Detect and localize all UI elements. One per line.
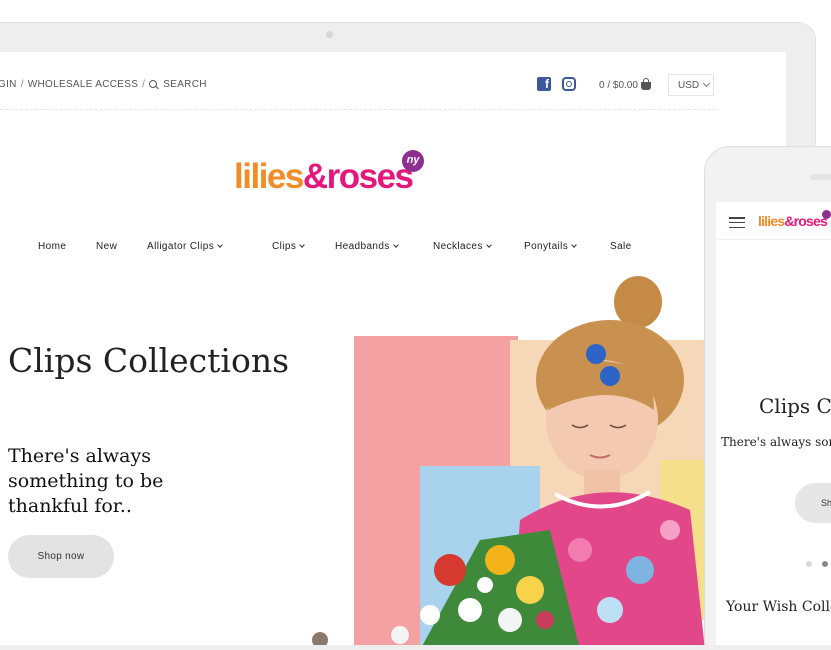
flower — [485, 545, 515, 575]
nav-item-sale[interactable]: Sale — [610, 241, 632, 252]
nav-item-ponytails[interactable]: Ponytails — [524, 241, 610, 252]
laptop-bottom-edge — [0, 645, 831, 650]
nav-label: Ponytails — [524, 241, 569, 252]
phone-speaker — [810, 174, 831, 180]
logo-text-roses: &roses — [302, 157, 414, 196]
nav-item-alligator-clips[interactable]: Alligator Clips — [147, 241, 272, 252]
shop-now-button[interactable]: Shop now — [8, 535, 114, 578]
cart-total: 0 / $0.00 — [599, 80, 638, 91]
laptop-camera — [326, 31, 333, 38]
logo-text-lilies: lilies — [234, 157, 304, 196]
separator: / — [20, 79, 24, 90]
chevron-down-icon — [703, 79, 711, 88]
phone-header: lilies&roses — [716, 202, 831, 240]
nav-label: Headbands — [335, 241, 390, 252]
hair-bun — [614, 276, 662, 328]
menu-icon[interactable] — [729, 217, 745, 229]
wholesale-access-link[interactable]: WHOLESALE ACCESS — [28, 79, 138, 90]
nav-item-new[interactable]: New — [96, 241, 147, 252]
login-link[interactable]: GIN — [0, 79, 17, 90]
top-bar: GIN / WHOLESALE ACCESS / SEARCH f 0 / $0… — [0, 52, 716, 110]
carousel-dot-active[interactable] — [822, 561, 828, 567]
phone-screen: lilies&roses Clips C There's always sor … — [716, 202, 831, 650]
nav-item-necklaces[interactable]: Necklaces — [433, 241, 524, 252]
nav-label: Alligator Clips — [147, 241, 215, 252]
nav-label: New — [96, 241, 118, 252]
hair-clip — [600, 366, 620, 386]
search-icon[interactable] — [149, 79, 159, 90]
nav-item-home[interactable]: Home — [38, 241, 96, 252]
phone-logo[interactable]: lilies&roses — [758, 210, 831, 229]
phone-hero-title: Clips C — [759, 394, 831, 418]
nav-item-clips[interactable]: Clips — [272, 241, 335, 252]
chevron-down-icon — [571, 242, 578, 248]
phone-hero-subtitle: There's always sor — [721, 435, 831, 449]
account-links: GIN / WHOLESALE ACCESS / SEARCH — [0, 79, 207, 90]
instagram-icon[interactable] — [562, 77, 576, 91]
logo-ny-badge: ny — [402, 150, 424, 172]
nav-label: Necklaces — [433, 241, 483, 252]
nav-label: Clips — [272, 241, 297, 252]
hero-subtitle: There's always something to be thankful … — [8, 445, 164, 517]
cart-icon — [640, 77, 651, 90]
nav-label: Home — [38, 241, 67, 252]
logo-text-lilies: lilies — [758, 213, 785, 229]
facebook-icon[interactable]: f — [537, 77, 551, 91]
main-nav: Home New Alligator Clips Clips Headbands… — [38, 241, 632, 252]
phone-wish-collection-heading: Your Wish Colle — [726, 599, 831, 615]
logo-ny-badge — [822, 210, 831, 219]
currency-select[interactable]: USD — [668, 74, 714, 96]
hair-clip — [586, 344, 606, 364]
chevron-down-icon — [299, 242, 306, 248]
nav-label: Sale — [610, 241, 632, 252]
site-logo[interactable]: lilies &roses ny — [234, 150, 424, 197]
cart-link[interactable]: 0 / $0.00 — [599, 77, 651, 91]
logo-text-roses: &roses — [784, 213, 828, 229]
carousel-dot[interactable] — [806, 561, 812, 567]
currency-value: USD — [678, 79, 700, 91]
nav-item-headbands[interactable]: Headbands — [335, 241, 433, 252]
chevron-down-icon — [485, 242, 492, 248]
separator: / — [142, 79, 146, 90]
flower — [434, 554, 466, 586]
hero-title: Clips Collections — [8, 341, 290, 380]
phone-shop-now-button[interactable]: Sh — [795, 483, 831, 523]
laptop-screen: GIN / WHOLESALE ACCESS / SEARCH f 0 / $0… — [0, 52, 786, 650]
chevron-down-icon — [217, 242, 223, 248]
search-link[interactable]: SEARCH — [163, 79, 206, 90]
chevron-down-icon — [392, 242, 399, 248]
device-mockup: GIN / WHOLESALE ACCESS / SEARCH f 0 / $0… — [0, 0, 831, 650]
